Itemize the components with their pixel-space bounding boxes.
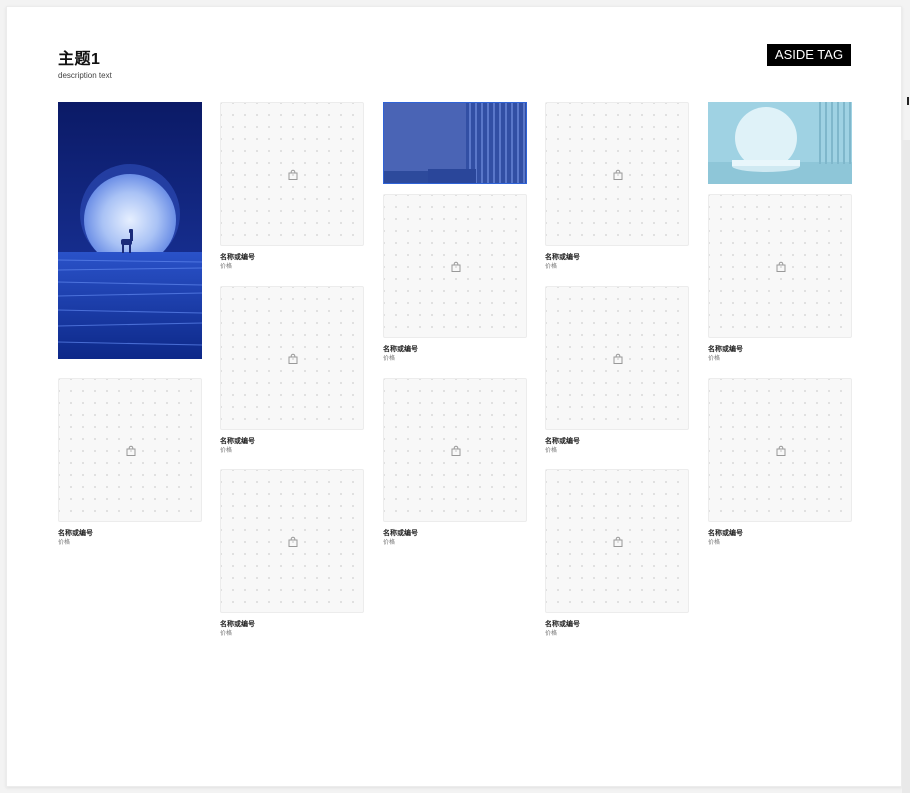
light-blue-podium-image[interactable] xyxy=(708,102,852,184)
product-price: 价格 xyxy=(58,540,71,546)
shopping-bag-icon xyxy=(288,536,298,547)
product-card[interactable]: 名称或编号 价格 xyxy=(383,378,527,547)
product-price: 价格 xyxy=(383,540,396,546)
shopping-bag-icon xyxy=(288,353,298,364)
shopping-bag-icon xyxy=(613,353,623,364)
shopping-bag-icon xyxy=(288,169,298,180)
aside-tag[interactable]: ASIDE TAG xyxy=(767,44,851,66)
product-name: 名称或编号 xyxy=(58,530,93,537)
product-name: 名称或编号 xyxy=(220,254,255,261)
shopping-bag-icon xyxy=(776,445,786,456)
product-placeholder-image xyxy=(708,378,852,522)
product-price: 价格 xyxy=(545,631,558,637)
product-price: 价格 xyxy=(545,264,558,270)
product-placeholder-image xyxy=(545,102,689,246)
product-name: 名称或编号 xyxy=(220,621,255,628)
blue-stage-image[interactable] xyxy=(383,102,527,184)
product-placeholder-image xyxy=(220,469,364,613)
product-name: 名称或编号 xyxy=(708,530,743,537)
product-price: 价格 xyxy=(708,540,721,546)
product-name: 名称或编号 xyxy=(220,438,255,445)
product-placeholder-image xyxy=(220,286,364,430)
product-name: 名称或编号 xyxy=(545,254,580,261)
product-name: 名称或编号 xyxy=(545,621,580,628)
shopping-bag-icon xyxy=(613,169,623,180)
product-price: 价格 xyxy=(220,631,233,637)
shopping-bag-icon xyxy=(126,445,136,456)
product-placeholder-image xyxy=(545,286,689,430)
product-card[interactable]: 名称或编号 价格 xyxy=(383,194,527,363)
shopping-bag-icon xyxy=(451,261,461,272)
product-price: 价格 xyxy=(220,448,233,454)
product-price: 价格 xyxy=(708,356,721,362)
page-description: description text xyxy=(58,71,112,80)
product-card[interactable]: 名称或编号 价格 xyxy=(220,102,364,271)
product-card[interactable]: 名称或编号 价格 xyxy=(58,378,202,547)
product-card[interactable]: 名称或编号 价格 xyxy=(708,378,852,547)
product-price: 价格 xyxy=(545,448,558,454)
product-card[interactable]: 名称或编号 价格 xyxy=(545,102,689,271)
scroll-track[interactable] xyxy=(902,140,910,793)
product-price: 价格 xyxy=(383,356,396,362)
scroll-marker xyxy=(907,97,909,105)
product-name: 名称或编号 xyxy=(708,346,743,353)
product-price: 价格 xyxy=(220,264,233,270)
page-container: 主题1 description text ASIDE TAG 名称或编号 价格 … xyxy=(6,6,902,787)
shopping-bag-icon xyxy=(613,536,623,547)
product-card[interactable]: 名称或编号 价格 xyxy=(220,286,364,455)
page-title: 主题1 xyxy=(58,51,101,68)
shopping-bag-icon xyxy=(776,261,786,272)
product-name: 名称或编号 xyxy=(383,530,418,537)
product-name: 名称或编号 xyxy=(545,438,580,445)
product-card[interactable]: 名称或编号 价格 xyxy=(545,469,689,638)
product-card[interactable]: 名称或编号 价格 xyxy=(545,286,689,455)
moon-deer-artwork[interactable] xyxy=(58,102,202,359)
product-name: 名称或编号 xyxy=(383,346,418,353)
product-placeholder-image xyxy=(58,378,202,522)
product-placeholder-image xyxy=(708,194,852,338)
product-card[interactable]: 名称或编号 价格 xyxy=(220,469,364,638)
product-placeholder-image xyxy=(545,469,689,613)
product-placeholder-image xyxy=(383,378,527,522)
product-placeholder-image xyxy=(220,102,364,246)
product-card[interactable]: 名称或编号 价格 xyxy=(708,194,852,363)
product-placeholder-image xyxy=(383,194,527,338)
shopping-bag-icon xyxy=(451,445,461,456)
